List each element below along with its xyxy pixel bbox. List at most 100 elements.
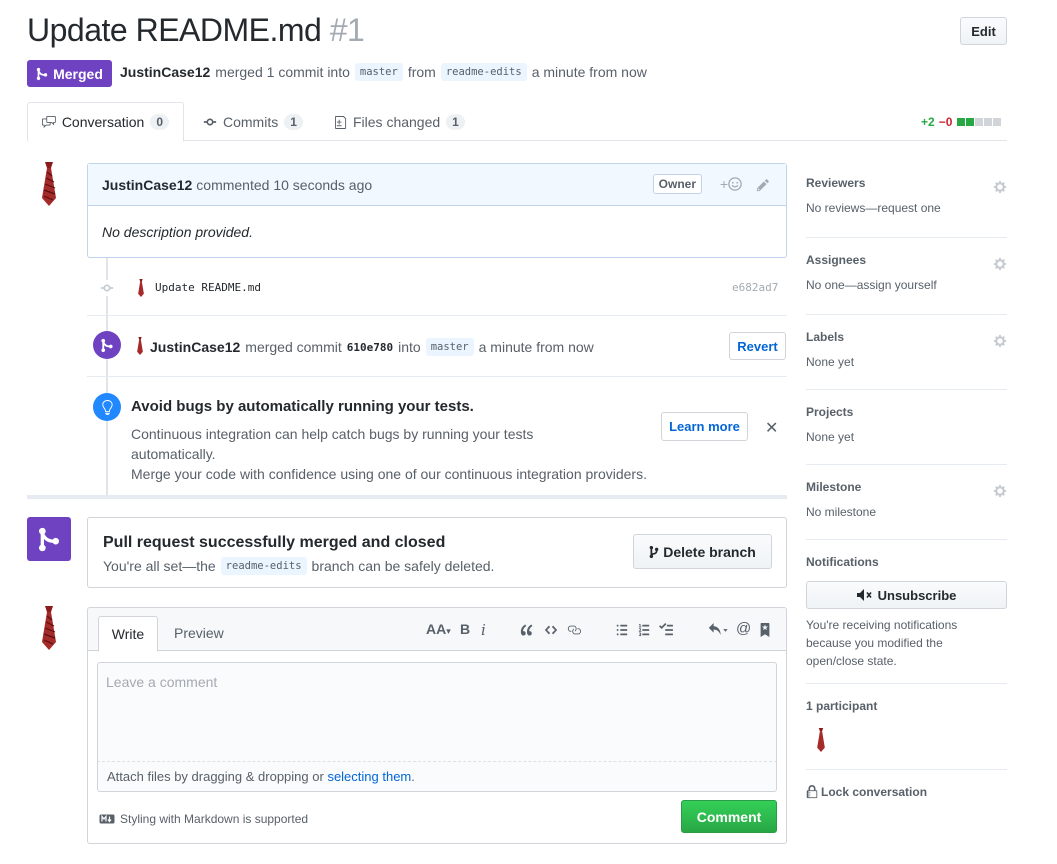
unsubscribe-button[interactable]: Unsubscribe (806, 581, 1007, 609)
delete-branch-button[interactable]: Delete branch (633, 534, 772, 569)
tab-label: Conversation (61, 114, 145, 130)
ci-line: Merge your code with confidence using on… (131, 466, 647, 482)
tab-preview[interactable]: Preview (174, 625, 224, 641)
quote-icon[interactable] (520, 623, 534, 637)
current-user-avatar[interactable] (38, 606, 60, 650)
reason-line: because you modified the (806, 636, 943, 650)
bookmark-icon[interactable] (760, 623, 770, 637)
author-avatar[interactable] (38, 162, 60, 206)
base-branch[interactable]: master (354, 63, 403, 81)
merge-icon (39, 527, 59, 551)
reply-icon[interactable] (707, 623, 729, 637)
ci-title: Avoid bugs by automatically running your… (131, 398, 474, 415)
commit-icon (203, 118, 217, 126)
merge-time: a minute from now (478, 339, 594, 355)
merge-action: merged commit (245, 339, 342, 355)
sidebar-projects: Projects None yet (806, 405, 1007, 465)
add-reaction-button[interactable]: + (720, 176, 742, 192)
pr-number: #1 (329, 12, 365, 48)
tab-counter: 1 (284, 114, 303, 130)
commit-icon (100, 284, 114, 292)
from-text: from (407, 64, 436, 80)
merge-author-avatar[interactable] (135, 337, 145, 355)
file-diff-icon (335, 115, 347, 129)
link-icon[interactable] (566, 623, 582, 637)
reason-line: You're receiving notifications (806, 618, 958, 632)
code-icon[interactable] (544, 623, 558, 637)
header-label: AA (426, 621, 447, 637)
markdown-note[interactable]: Styling with Markdown is supported (99, 812, 308, 826)
learn-more-button[interactable]: Learn more (661, 412, 748, 441)
tab-label: Commits (223, 114, 279, 130)
tab-write[interactable]: Write (98, 616, 158, 652)
comment-author[interactable]: JustinCase12 (102, 177, 192, 193)
merge-status-title: Pull request successfully merged and clo… (103, 534, 446, 551)
commit-sha[interactable]: e682ad7 (732, 281, 778, 294)
sidebar-notifications: Notifications Unsubscribe You're receivi… (806, 555, 1007, 684)
sidebar-heading: Milestone (806, 480, 862, 494)
merge-status-text: You're all set—the readme-edits branch c… (103, 557, 494, 575)
task-list-icon[interactable] (658, 623, 674, 637)
attach-bar[interactable]: Attach files by dragging & dropping or s… (97, 762, 777, 792)
notification-reason: You're receiving notifications because y… (806, 616, 957, 670)
merge-event-badge (93, 331, 121, 359)
revert-button[interactable]: Revert (729, 332, 786, 360)
gear-icon[interactable] (993, 484, 1007, 498)
merge-author[interactable]: JustinCase12 (150, 339, 240, 355)
commit-author-avatar[interactable] (136, 279, 146, 297)
commit-node (99, 280, 115, 296)
unordered-list-icon[interactable] (615, 623, 629, 637)
merge-branch[interactable]: master (425, 338, 474, 356)
sidebar-value[interactable]: No one—assign yourself (806, 278, 1007, 292)
mention-tool[interactable]: @ (736, 620, 751, 637)
italic-tool[interactable]: i (481, 621, 486, 639)
markdown-icon (99, 814, 115, 824)
divider (87, 376, 787, 377)
deletions: −0 (938, 115, 953, 129)
lock-conversation-link[interactable]: Lock conversation (806, 785, 927, 799)
comment-button[interactable]: Comment (681, 800, 777, 833)
merge-sha[interactable]: 610e780 (347, 341, 393, 354)
sidebar-value[interactable]: No reviews—request one (806, 201, 1007, 215)
sidebar-heading: Projects (806, 405, 854, 419)
head-branch[interactable]: readme-edits (440, 63, 527, 81)
gear-icon[interactable] (993, 180, 1007, 194)
commit-message[interactable]: Update README.md (155, 281, 261, 294)
sidebar-value: None yet (806, 355, 855, 369)
sidebar-value: No milestone (806, 505, 877, 519)
status-branch[interactable]: readme-edits (220, 557, 307, 575)
comment-textarea[interactable]: Leave a comment (97, 662, 777, 762)
gear-icon[interactable] (993, 334, 1007, 348)
branch-icon (649, 545, 659, 558)
sidebar-labels: Labels None yet (806, 330, 1007, 390)
close-icon[interactable]: ✕ (765, 418, 778, 438)
textarea-placeholder: Leave a comment (106, 674, 218, 690)
ordered-list-icon[interactable] (637, 623, 651, 637)
pencil-icon[interactable] (756, 178, 770, 192)
attach-suffix: . (411, 769, 415, 784)
edit-button[interactable]: Edit (960, 17, 1007, 45)
bold-tool[interactable]: B (460, 621, 470, 637)
additions: +2 (921, 115, 935, 129)
tab-files-changed[interactable]: Files changed 1 (335, 102, 465, 142)
tab-conversation[interactable]: Conversation 0 (27, 102, 184, 142)
new-comment-form: Write Preview AA▾ B i @ Leave a comment … (87, 607, 787, 844)
select-files-link[interactable]: selecting them (327, 769, 411, 784)
sidebar-heading: 1 participant (806, 699, 878, 713)
merge-icon (36, 67, 48, 80)
participant-avatar[interactable] (815, 726, 827, 754)
tab-commits[interactable]: Commits 1 (203, 102, 303, 142)
author-link[interactable]: JustinCase12 (120, 64, 210, 80)
ci-badge (93, 393, 121, 421)
gear-icon[interactable] (993, 257, 1007, 271)
owner-badge: Owner (652, 174, 702, 194)
pr-tabs: Conversation 0 Commits 1 Files changed 1 (27, 102, 1007, 142)
sidebar-heading: Notifications (806, 555, 879, 569)
merge-status-icon (27, 517, 71, 561)
pr-meta: JustinCase12 merged 1 commit into master… (120, 63, 647, 81)
header-tool[interactable]: AA▾ (426, 621, 451, 637)
markdown-note-text: Styling with Markdown is supported (120, 812, 309, 826)
into-text: into (398, 339, 421, 355)
diffstat[interactable]: +2 −0 (921, 115, 1002, 129)
merged-text: merged 1 commit into (215, 64, 350, 80)
